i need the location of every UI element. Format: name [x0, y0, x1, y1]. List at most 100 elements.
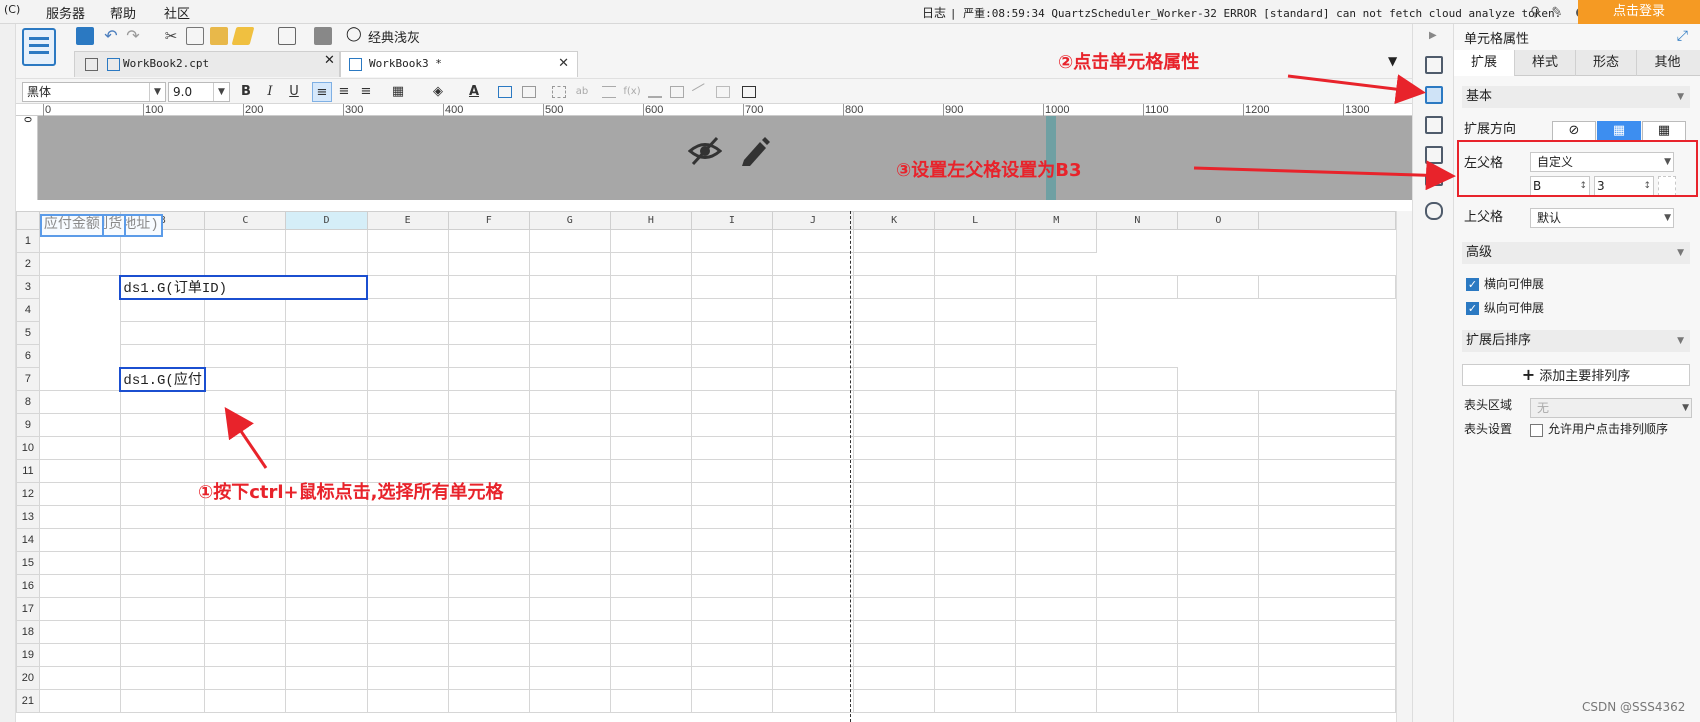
cell-l9[interactable]	[934, 413, 1017, 437]
cell-h18[interactable]	[609, 620, 692, 644]
expand-vertical-button[interactable]: ▦	[1597, 121, 1641, 141]
cell-k18[interactable]	[853, 620, 936, 644]
cell-a10[interactable]	[38, 436, 121, 460]
cell-c9[interactable]	[204, 413, 287, 437]
cell-b19[interactable]	[119, 643, 206, 667]
cell-n19[interactable]	[1096, 643, 1179, 667]
theme-button[interactable]: 经典浅灰	[368, 27, 420, 46]
cell-n12[interactable]	[1096, 482, 1179, 506]
cell-j1[interactable]	[528, 229, 611, 253]
cell-j17[interactable]	[771, 597, 855, 621]
paste-icon[interactable]	[210, 27, 228, 45]
cell-e6[interactable]	[119, 344, 206, 368]
cell-m17[interactable]	[1015, 597, 1098, 621]
cell-a17[interactable]	[38, 597, 121, 621]
cell-e4[interactable]	[119, 298, 206, 322]
cell-b14[interactable]	[119, 528, 206, 552]
cell-b9[interactable]	[119, 413, 206, 437]
close-icon[interactable]: ✕	[324, 53, 335, 68]
row-header[interactable]: 9	[16, 413, 40, 437]
cell-n17[interactable]	[1096, 597, 1179, 621]
cell-g6[interactable]	[285, 344, 368, 368]
cell-h5[interactable]	[366, 321, 449, 345]
expand-horizontal-button[interactable]: ▦	[1642, 121, 1686, 141]
cell-g14[interactable]	[528, 528, 611, 552]
cell-i10[interactable]	[690, 436, 773, 460]
cell-a15[interactable]	[38, 551, 121, 575]
cell-k15[interactable]	[853, 551, 936, 575]
cell-j18[interactable]	[771, 620, 855, 644]
column-header-i[interactable]: I	[690, 211, 773, 230]
column-header-d[interactable]: D	[285, 211, 368, 230]
cell-l11[interactable]	[934, 459, 1017, 483]
cell-g12[interactable]	[528, 482, 611, 506]
cell-h12[interactable]	[609, 482, 692, 506]
top-parent-select[interactable]: 默认 ▼	[1530, 208, 1674, 228]
cell-c16[interactable]	[204, 574, 287, 598]
cell-n8[interactable]	[1096, 390, 1179, 414]
cell-a18[interactable]	[38, 620, 121, 644]
cell-m1[interactable]	[771, 229, 855, 253]
cell-m6[interactable]	[771, 344, 855, 368]
insert-text-icon[interactable]	[552, 86, 566, 98]
cell-e2[interactable]	[38, 252, 121, 276]
cell-b11[interactable]	[119, 459, 206, 483]
undo-icon[interactable]: ↶	[102, 27, 120, 45]
cell-j8[interactable]	[771, 390, 855, 414]
fill-color-button[interactable]: ◈	[428, 82, 448, 102]
section-sort[interactable]: 扩展后排序 ▼	[1462, 330, 1690, 352]
cell-a13[interactable]	[38, 505, 121, 529]
close-icon[interactable]: ✕	[558, 52, 569, 76]
cell-b18[interactable]	[119, 620, 206, 644]
cell-l17[interactable]	[934, 597, 1017, 621]
cell-e3[interactable]	[366, 275, 449, 299]
cell-g13[interactable]	[528, 505, 611, 529]
row-header[interactable]: 15	[16, 551, 40, 575]
cell-o18[interactable]	[1177, 620, 1260, 644]
cell-i9[interactable]	[690, 413, 773, 437]
vertical-scrollbar[interactable]	[1396, 211, 1412, 722]
template-icon[interactable]	[22, 28, 56, 66]
allow-sort-checkbox[interactable]	[1530, 424, 1543, 437]
cell-o13[interactable]	[1177, 505, 1260, 529]
cell-o6[interactable]	[934, 344, 1017, 368]
cell-j2[interactable]	[447, 252, 530, 276]
cell-i20[interactable]	[690, 666, 773, 690]
cell-m12[interactable]	[1015, 482, 1098, 506]
cell-k16[interactable]	[853, 574, 936, 598]
copy-icon[interactable]	[186, 27, 204, 45]
unmerge-icon[interactable]	[522, 86, 536, 98]
cell-i6[interactable]	[447, 344, 530, 368]
align-left-button[interactable]: ≡	[312, 82, 332, 102]
cell-h14[interactable]	[609, 528, 692, 552]
cell-d9[interactable]	[285, 413, 368, 437]
cell-f6[interactable]	[204, 344, 287, 368]
cell-c8[interactable]	[204, 390, 287, 414]
row-header[interactable]: 7	[16, 367, 40, 391]
cell-e20[interactable]	[366, 666, 449, 690]
cell-o20[interactable]	[1177, 666, 1260, 690]
cell-m3[interactable]	[1015, 275, 1098, 299]
cell-d10[interactable]	[285, 436, 368, 460]
cell-i21[interactable]	[690, 689, 773, 713]
row-header[interactable]: 20	[16, 666, 40, 690]
cell-j21[interactable]	[771, 689, 855, 713]
cell-f16[interactable]	[447, 574, 530, 598]
row-header[interactable]: 5	[16, 321, 40, 345]
column-header-h[interactable]: H	[609, 211, 692, 230]
cell-o12[interactable]	[1177, 482, 1260, 506]
cell-g7[interactable]	[366, 367, 449, 391]
cell-o4[interactable]	[934, 298, 1017, 322]
template-element-icon[interactable]	[1425, 56, 1443, 74]
image-icon[interactable]	[314, 27, 332, 45]
slash-icon[interactable]	[691, 83, 711, 101]
cell-k12[interactable]	[853, 482, 936, 506]
tab-workbook3[interactable]: WorkBook3 * ✕	[340, 51, 578, 77]
cell-f10[interactable]	[447, 436, 530, 460]
cell-n10[interactable]	[1096, 436, 1179, 460]
cell-e15[interactable]	[366, 551, 449, 575]
cell-o10[interactable]	[1177, 436, 1260, 460]
cell-b12[interactable]	[119, 482, 206, 506]
cell-c20[interactable]	[204, 666, 287, 690]
cell-f15[interactable]	[447, 551, 530, 575]
